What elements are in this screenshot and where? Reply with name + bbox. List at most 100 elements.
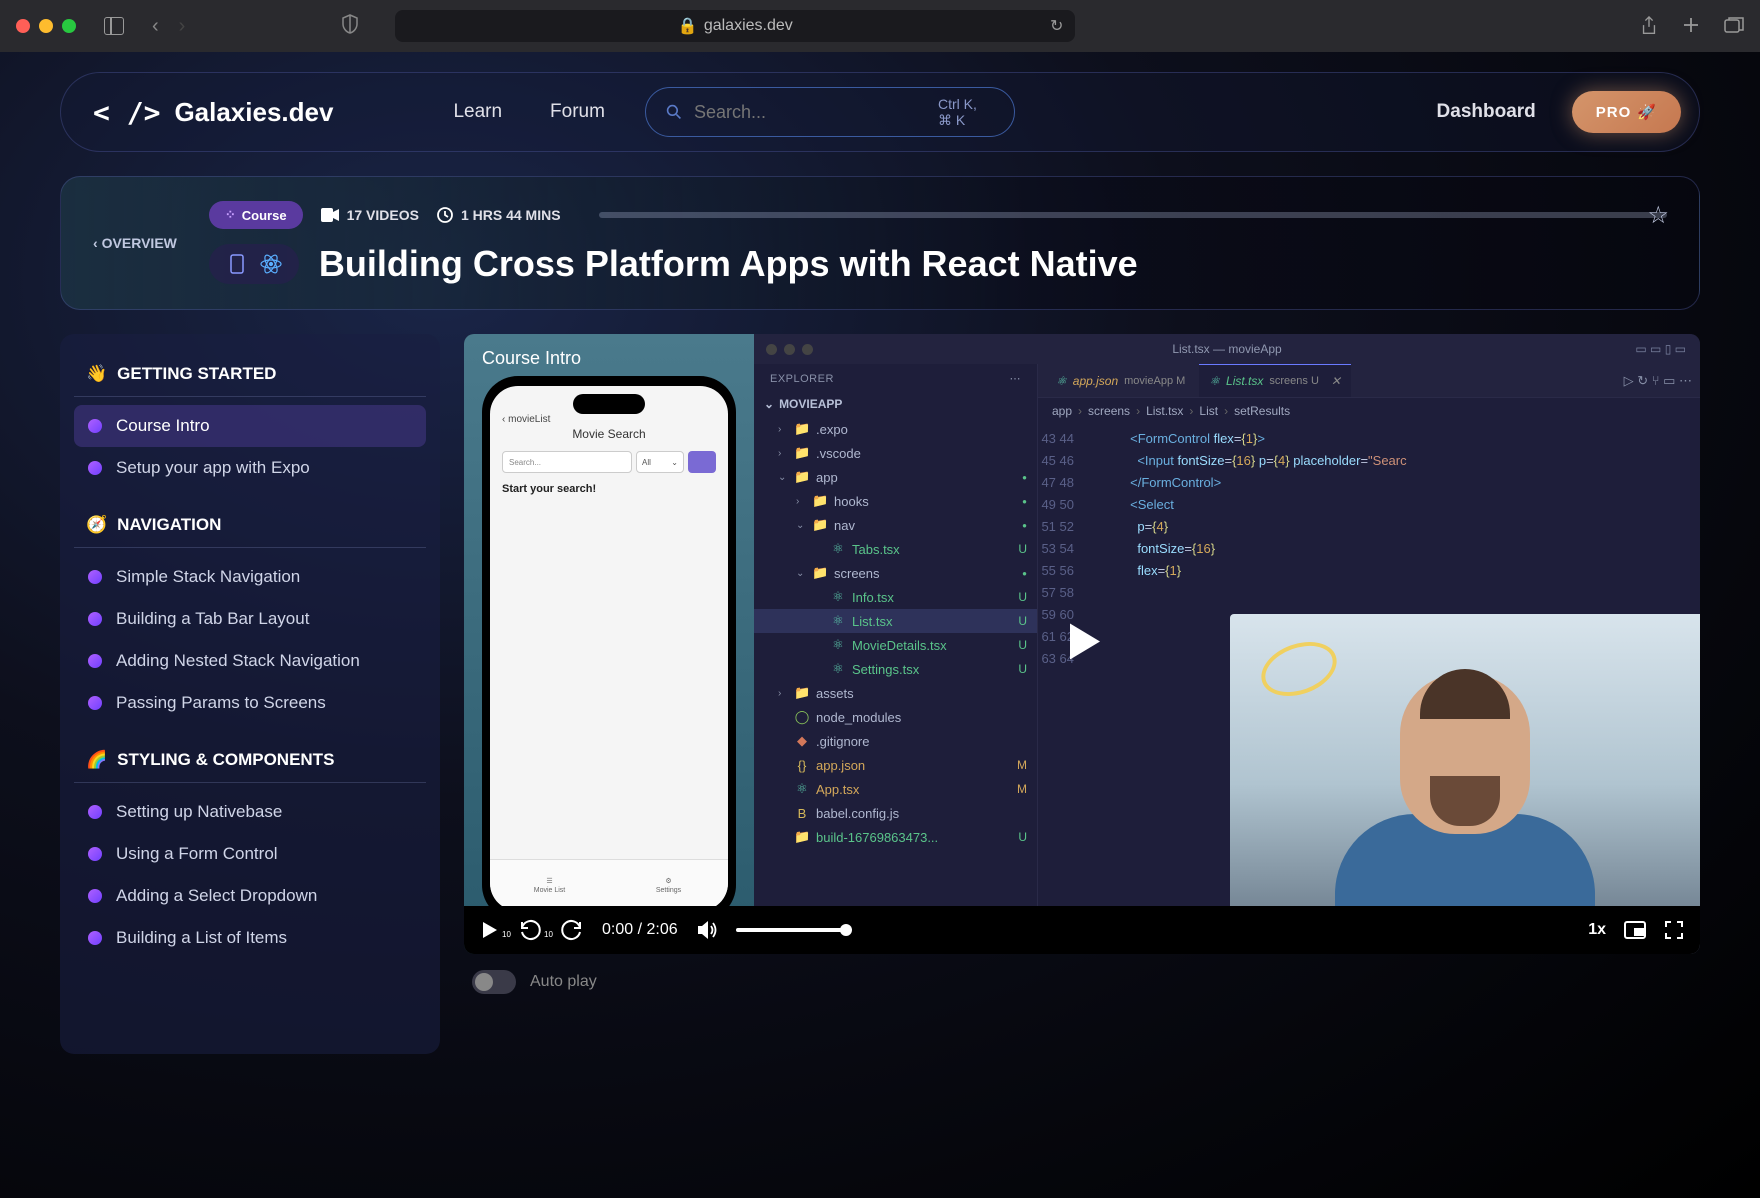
favorite-star-icon[interactable]: ☆ (1647, 201, 1669, 230)
file-tree-item[interactable]: ⚛App.tsxM (754, 777, 1037, 801)
video-controls: 10 10 0:00 / 2:06 1x (464, 906, 1700, 954)
volume-slider[interactable] (736, 928, 846, 932)
react-icon (259, 252, 283, 276)
new-tab-icon[interactable] (1682, 16, 1700, 34)
play-control[interactable] (480, 920, 500, 940)
logo-text: Galaxies.dev (174, 97, 333, 128)
editor-tab[interactable]: ⚛List.tsx screens U✕ (1199, 364, 1351, 397)
volume-icon[interactable] (696, 920, 718, 940)
rocket-icon: 🚀 (1637, 103, 1657, 121)
lesson-sidebar: 👋GETTING STARTED Course IntroSetup your a… (60, 334, 440, 1054)
dashboard-link[interactable]: Dashboard (1437, 101, 1536, 123)
file-tree-item[interactable]: ⚛Tabs.tsxU (754, 537, 1037, 561)
playback-speed[interactable]: 1x (1588, 921, 1606, 939)
forward-10[interactable]: 10 (560, 918, 584, 942)
lesson-dot-icon (88, 696, 102, 710)
lesson-item[interactable]: Setting up Nativebase (74, 791, 426, 833)
lesson-dot-icon (88, 805, 102, 819)
pip-icon[interactable] (1624, 921, 1646, 939)
file-tree-item[interactable]: ›📁.vscode (754, 441, 1037, 465)
file-tree-item[interactable]: ›📁.expo (754, 417, 1037, 441)
video-overlay-title: Course Intro (482, 348, 581, 369)
maximize-window[interactable] (62, 19, 76, 33)
file-tree-item[interactable]: 📁build-16769863473...U (754, 825, 1037, 849)
forward-button[interactable]: › (179, 15, 186, 38)
pro-badge[interactable]: PRO 🚀 (1572, 91, 1681, 133)
phone-tab-list: ☰Movie List (490, 860, 609, 911)
course-title: Building Cross Platform Apps with React … (319, 243, 1138, 285)
file-tree-item[interactable]: ⚛MovieDetails.tsxU (754, 633, 1037, 657)
vscode-explorer: EXPLORER ⋯ ⌄MOVIEAPP ›📁.expo›📁.vscode⌄📁a… (754, 364, 1038, 954)
file-tree-item[interactable]: ⚛Info.tsxU (754, 585, 1037, 609)
search-icon (666, 102, 682, 122)
phone-search-input: Search... (502, 451, 632, 473)
lesson-dot-icon (88, 847, 102, 861)
lesson-item[interactable]: Simple Stack Navigation (74, 556, 426, 598)
video-player[interactable]: Course Intro ‹ movieList Movie Search Se… (464, 334, 1700, 954)
phone-search-button (688, 451, 716, 473)
lesson-dot-icon (88, 612, 102, 626)
sidebar-toggle-icon[interactable] (104, 17, 124, 35)
site-logo[interactable]: < /> Galaxies.dev (93, 96, 333, 129)
phone-dropdown: All⌄ (636, 451, 684, 473)
url-bar[interactable]: 🔒 galaxies.dev ↻ (395, 10, 1075, 42)
fullscreen-icon[interactable] (1664, 920, 1684, 940)
file-tree-item[interactable]: ⌄📁screens● (754, 561, 1037, 585)
video-icon (321, 208, 339, 222)
lesson-dot-icon (88, 931, 102, 945)
phone-prompt: Start your search! (502, 483, 716, 495)
lesson-dot-icon (88, 889, 102, 903)
file-tree-item[interactable]: ⚛List.tsxU (754, 609, 1037, 633)
lesson-dot-icon (88, 419, 102, 433)
play-button[interactable] (1056, 616, 1108, 673)
file-tree-item[interactable]: ◯node_modules (754, 705, 1037, 729)
window-controls (16, 19, 76, 33)
course-badge: ⁘ Course (209, 201, 303, 229)
close-window[interactable] (16, 19, 30, 33)
page-content: < /> Galaxies.dev Learn Forum Ctrl K, ⌘ … (0, 52, 1760, 1198)
search-box[interactable]: Ctrl K, ⌘ K (645, 87, 1015, 137)
lesson-item[interactable]: Passing Params to Screens (74, 682, 426, 724)
autoplay-toggle[interactable] (472, 970, 516, 994)
file-tree-item[interactable]: ⚛Settings.tsxU (754, 657, 1037, 681)
file-tree-item[interactable]: ⌄📁nav● (754, 513, 1037, 537)
file-tree-item[interactable]: {}app.jsonM (754, 753, 1037, 777)
back-button[interactable]: ‹ (152, 15, 159, 38)
nav-links: Learn Forum (453, 101, 605, 123)
editor-tab[interactable]: ⚛app.json movieApp M (1046, 364, 1195, 397)
file-tree-item[interactable]: ⌄📁app● (754, 465, 1037, 489)
file-tree-item[interactable]: Bbabel.config.js (754, 801, 1037, 825)
nav-link-forum[interactable]: Forum (550, 101, 605, 123)
rewind-10[interactable]: 10 (518, 918, 542, 942)
vscode-layout-icons: ▭ ▭ ▯ ▭ (1635, 342, 1686, 356)
overview-link[interactable]: ‹ OVERVIEW (93, 235, 177, 251)
progress-bar (599, 212, 1667, 218)
section-header: 👋GETTING STARTED (74, 358, 426, 397)
tabs-overview-icon[interactable] (1724, 16, 1744, 34)
lesson-item[interactable]: Building a Tab Bar Layout (74, 598, 426, 640)
search-input[interactable] (694, 102, 926, 123)
file-tree-item[interactable]: ◆.gitignore (754, 729, 1037, 753)
reload-icon[interactable]: ↻ (1050, 16, 1063, 36)
nav-link-learn[interactable]: Learn (453, 101, 502, 123)
lesson-item[interactable]: Adding a Select Dropdown (74, 875, 426, 917)
lesson-item[interactable]: Using a Form Control (74, 833, 426, 875)
phone-screen-title: Movie Search (502, 427, 716, 441)
lesson-item[interactable]: Adding Nested Stack Navigation (74, 640, 426, 682)
video-count: 17 VIDEOS (321, 207, 419, 223)
more-icon: ⋯ (1010, 372, 1022, 385)
lesson-dot-icon (88, 461, 102, 475)
lesson-item[interactable]: Building a List of Items (74, 917, 426, 959)
file-tree-item[interactable]: ›📁hooks● (754, 489, 1037, 513)
vscode-panel: List.tsx — movieApp ▭ ▭ ▯ ▭ EXPLORER ⋯ ⌄… (754, 334, 1700, 954)
minimize-window[interactable] (39, 19, 53, 33)
search-shortcut: Ctrl K, ⌘ K (938, 96, 994, 129)
privacy-shield-icon[interactable] (341, 14, 359, 39)
lesson-item[interactable]: Setup your app with Expo (74, 447, 426, 489)
file-tree-item[interactable]: ›📁assets (754, 681, 1037, 705)
lesson-item[interactable]: Course Intro (74, 405, 426, 447)
share-icon[interactable] (1640, 16, 1658, 36)
logo-icon: < /> (93, 96, 160, 129)
autoplay-row: Auto play (464, 954, 1700, 1010)
chevron-left-icon: ‹ (93, 235, 98, 251)
